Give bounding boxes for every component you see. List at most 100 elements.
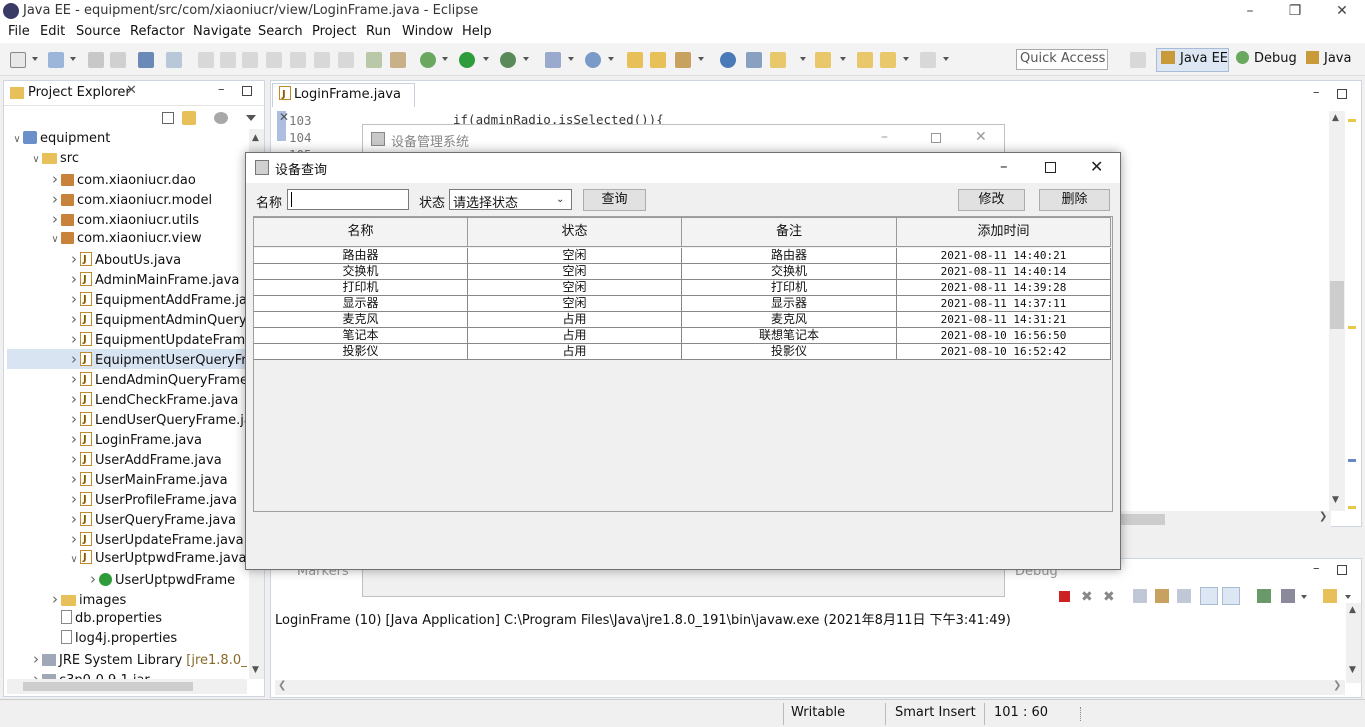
- server-dropdown-icon[interactable]: [70, 57, 76, 61]
- table-cell[interactable]: 笔记本: [254, 328, 468, 344]
- column-header[interactable]: 状态: [468, 217, 682, 247]
- link-with-editor-icon[interactable]: [182, 111, 196, 125]
- tree-item[interactable]: › UserAddFrame.java: [7, 449, 247, 470]
- explorer-close-icon[interactable]: ✕: [126, 83, 137, 98]
- menu-source[interactable]: Source: [76, 24, 121, 39]
- display-console-icon[interactable]: [1281, 589, 1295, 603]
- table-cell[interactable]: 占用: [468, 328, 682, 344]
- scroll-lock-icon[interactable]: [1155, 589, 1169, 603]
- terminate-console-icon[interactable]: [1059, 591, 1070, 602]
- clear-console-icon[interactable]: [1133, 589, 1147, 603]
- delete-button[interactable]: 删除: [1039, 189, 1110, 211]
- restore-icon[interactable]: ❐: [1285, 2, 1305, 20]
- terminate-icon[interactable]: [242, 52, 258, 68]
- menu-help[interactable]: Help: [462, 24, 492, 39]
- terminal-icon[interactable]: [138, 52, 154, 68]
- table-row[interactable]: 交换机 空闲 交换机 2021-08-11 14:40:14: [254, 264, 1111, 280]
- table-cell[interactable]: 联想笔记本: [682, 328, 897, 344]
- table-cell[interactable]: 显示器: [682, 296, 897, 312]
- table-cell[interactable]: 交换机: [254, 264, 468, 280]
- console-vscrollbar[interactable]: ▲ ▼: [1346, 603, 1361, 683]
- next-annotation-icon[interactable]: [770, 52, 786, 68]
- chevron-down-icon[interactable]: ∨: [68, 550, 80, 570]
- chevron-right-icon[interactable]: ›: [68, 409, 80, 429]
- debug-icon[interactable]: [420, 52, 436, 68]
- table-cell[interactable]: 空闲: [468, 296, 682, 312]
- globe-icon[interactable]: [720, 52, 736, 68]
- word-wrap-icon[interactable]: [1177, 589, 1191, 603]
- show-stdout-icon[interactable]: [1200, 587, 1218, 605]
- chevron-right-icon[interactable]: ›: [68, 469, 80, 489]
- tree-item[interactable]: › UserUpdateFrame.java: [7, 529, 247, 550]
- chevron-right-icon[interactable]: ›: [30, 669, 42, 679]
- table-cell[interactable]: 2021-08-10 16:52:42: [897, 344, 1111, 360]
- open-console-icon[interactable]: [1323, 589, 1337, 603]
- skip-breakpoints-icon[interactable]: [166, 52, 182, 68]
- step-over-icon[interactable]: [290, 52, 306, 68]
- remove-all-icon[interactable]: ✖: [1103, 589, 1115, 605]
- table-cell[interactable]: 投影仪: [254, 344, 468, 360]
- menu-project[interactable]: Project: [312, 24, 356, 39]
- chevron-right-icon[interactable]: ›: [30, 649, 42, 669]
- chevron-right-icon[interactable]: ›: [49, 209, 61, 229]
- menu-search[interactable]: Search: [258, 24, 303, 39]
- table-cell[interactable]: 路由器: [682, 248, 897, 264]
- chevron-right-icon[interactable]: ›: [68, 489, 80, 509]
- perspective-debug[interactable]: Debug: [1236, 51, 1297, 66]
- save-icon[interactable]: [88, 52, 104, 68]
- prev-annotation-icon[interactable]: [815, 52, 831, 68]
- scroll-down-icon[interactable]: ▼: [252, 665, 259, 675]
- tree-item[interactable]: › EquipmentAdminQueryFrame.java: [7, 309, 247, 330]
- step-into-icon[interactable]: [266, 52, 282, 68]
- menu-file[interactable]: File: [8, 24, 30, 39]
- table-cell[interactable]: 麦克风: [254, 312, 468, 328]
- new-dropdown-icon[interactable]: [32, 57, 38, 61]
- table-cell[interactable]: 空闲: [468, 248, 682, 264]
- chevron-down-icon[interactable]: ∨: [30, 150, 42, 170]
- overview-marker[interactable]: [1348, 506, 1356, 509]
- pin-console-icon[interactable]: [1257, 589, 1271, 603]
- tree-item[interactable]: › LendUserQueryFrame.java: [7, 409, 247, 430]
- tree-item[interactable]: ∨ UserUptpwdFrame.java: [7, 548, 247, 570]
- tree-item[interactable]: › UserMainFrame.java: [7, 469, 247, 490]
- chevron-right-icon[interactable]: ›: [68, 449, 80, 469]
- run-icon[interactable]: [459, 52, 475, 68]
- console-minimize-icon[interactable]: –: [1313, 561, 1320, 576]
- table-row[interactable]: 显示器 空闲 显示器 2021-08-11 14:37:11: [254, 296, 1111, 312]
- quick-access-input[interactable]: Quick Access: [1016, 49, 1108, 70]
- editor-vscrollbar[interactable]: ▲ ▼: [1329, 111, 1345, 511]
- back-dropdown-icon[interactable]: [903, 57, 909, 61]
- chevron-right-icon[interactable]: ›: [68, 429, 80, 449]
- tree-item[interactable]: › EquipmentUpdateFrame.java: [7, 329, 247, 350]
- drop-to-frame-icon[interactable]: [338, 52, 354, 68]
- step-return-icon[interactable]: [314, 52, 330, 68]
- collapse-all-icon[interactable]: [162, 112, 174, 124]
- bg-minimize-icon[interactable]: –: [881, 129, 888, 145]
- table-cell[interactable]: 打印机: [682, 280, 897, 296]
- explorer-hscrollbar[interactable]: [7, 679, 247, 694]
- menu-run[interactable]: Run: [366, 24, 391, 39]
- resume-icon[interactable]: [198, 52, 214, 68]
- bg-maximize-icon[interactable]: [931, 133, 941, 143]
- editor-minimize-icon[interactable]: –: [1313, 85, 1320, 100]
- tree-item[interactable]: › UserProfileFrame.java: [7, 489, 247, 510]
- editor-vscroll-thumb[interactable]: [1330, 281, 1344, 329]
- tree-item[interactable]: › LendAdminQueryFrame.java: [7, 369, 247, 390]
- new-class-dropdown-icon[interactable]: [608, 57, 614, 61]
- table-cell[interactable]: 2021-08-11 14:40:21: [897, 248, 1111, 264]
- tree-item[interactable]: › UserQueryFrame.java: [7, 509, 247, 530]
- explorer-minimize-icon[interactable]: –: [218, 82, 225, 97]
- tree-item[interactable]: › UserUptpwdFrame: [7, 569, 247, 589]
- scroll-up-icon[interactable]: ▲: [252, 133, 259, 143]
- mark-occurrences-icon[interactable]: [390, 52, 406, 68]
- chevron-right-icon[interactable]: ›: [49, 189, 61, 209]
- chevron-right-icon[interactable]: ›: [68, 509, 80, 529]
- table-row[interactable]: 路由器 空闲 路由器 2021-08-11 14:40:21: [254, 248, 1111, 264]
- console-scroll-left-icon[interactable]: ❮: [278, 680, 286, 691]
- remove-launch-icon[interactable]: ✖: [1081, 589, 1093, 605]
- next-annotation-dropdown-icon[interactable]: [800, 57, 806, 61]
- table-cell[interactable]: 占用: [468, 312, 682, 328]
- new-server-icon[interactable]: [48, 52, 64, 68]
- view-menu-icon[interactable]: [246, 115, 256, 121]
- tree-item[interactable]: ∨ com.xiaoniucr.view: [7, 229, 247, 249]
